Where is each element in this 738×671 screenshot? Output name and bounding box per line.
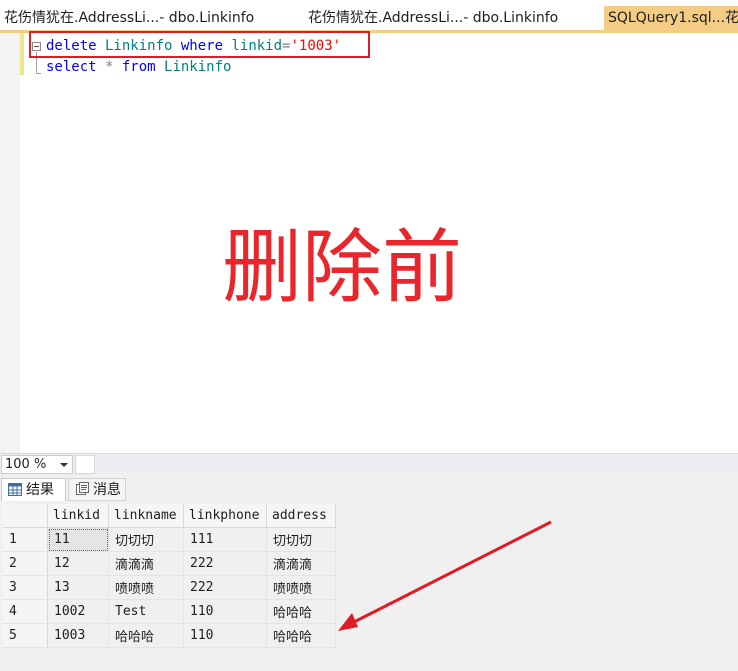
results-grid[interactable]: linkid linkname linkphone address 1 11 切… [3,504,336,648]
grid-icon [8,483,22,496]
table-cell[interactable]: 切切切 [266,527,336,552]
table-cell[interactable]: 滴滴滴 [108,551,184,576]
table-cell[interactable]: 13 [47,575,109,600]
table-row[interactable]: 5 1003 哈哈哈 110 哈哈哈 [3,623,336,648]
horizontal-scrollbar[interactable] [75,455,95,474]
editor-status-bar: 100 % [0,453,738,475]
red-highlight-box [29,31,370,58]
table-cell[interactable]: 喷喷喷 [108,575,184,600]
tab-linkinfo-2[interactable]: 花伤情犹在.AddressLi...- dbo.Linkinfo [304,6,602,30]
table-cell[interactable]: 11 [47,527,109,552]
annotation-text: 删除前 [222,221,462,314]
row-number[interactable]: 4 [3,599,48,624]
tab-messages-label: 消息 [93,482,121,498]
row-number[interactable]: 2 [3,551,48,576]
table-cell[interactable]: 222 [183,551,267,576]
chevron-down-icon[interactable] [60,463,68,467]
table-cell[interactable]: 哈哈哈 [266,599,336,624]
table-row[interactable]: 1 11 切切切 111 切切切 [3,527,336,552]
outline-end-tick [36,73,41,74]
keyword-from: from [121,59,156,75]
row-number[interactable]: 1 [3,527,48,552]
table-cell[interactable]: 110 [183,599,267,624]
table-cell[interactable]: Test [108,599,184,624]
document-tab-bar: 花伤情犹在.AddressLi...- dbo.Linkinfo 花伤情犹在.A… [0,0,738,33]
tab-sqlquery1[interactable]: SQLQuery1.sql...花 [604,6,738,30]
table-cell[interactable]: 110 [183,623,267,648]
table-cell[interactable]: 111 [183,527,267,552]
table-row[interactable]: 4 1002 Test 110 哈哈哈 [3,599,336,624]
column-header-linkphone[interactable]: linkphone [183,504,267,528]
column-header-linkid[interactable]: linkid [47,504,109,528]
zoom-dropdown[interactable]: 100 % [1,455,73,474]
table-cell[interactable]: 切切切 [108,527,184,552]
tab-results[interactable]: 结果 [1,478,66,501]
table-cell[interactable]: 哈哈哈 [266,623,336,648]
change-indicator-bar [20,33,24,75]
editor-gutter [0,33,20,453]
table-cell[interactable]: 12 [47,551,109,576]
row-number[interactable]: 5 [3,623,48,648]
results-grid-area: linkid linkname linkphone address 1 11 切… [0,501,738,671]
column-header-address[interactable]: address [266,504,336,528]
column-header-linkname[interactable]: linkname [108,504,184,528]
table-cell[interactable]: 1002 [47,599,109,624]
keyword-select: select [46,59,97,75]
zoom-value: 100 % [5,457,47,472]
grid-header-row: linkid linkname linkphone address [3,504,336,528]
table-row[interactable]: 3 13 喷喷喷 222 喷喷喷 [3,575,336,600]
table-cell[interactable]: 1003 [47,623,109,648]
table-row[interactable]: 2 12 滴滴滴 222 滴滴滴 [3,551,336,576]
table-cell[interactable]: 喷喷喷 [266,575,336,600]
tab-linkinfo-1[interactable]: 花伤情犹在.AddressLi...- dbo.Linkinfo [0,6,298,30]
results-tab-strip: 结果 消息 [0,475,738,501]
table-name-2: Linkinfo [155,59,232,75]
code-line-2[interactable]: select * from Linkinfo [46,57,231,77]
operator-star: * [96,59,122,75]
table-cell[interactable]: 222 [183,575,267,600]
table-cell[interactable]: 哈哈哈 [108,623,184,648]
grid-corner[interactable] [3,504,48,528]
row-number[interactable]: 3 [3,575,48,600]
messages-icon [76,482,89,495]
query-editor[interactable]: delete Linkinfo where linkid='1003' sele… [0,31,738,453]
tab-messages[interactable]: 消息 [68,478,126,501]
tab-results-label: 结果 [26,482,54,498]
table-cell[interactable]: 滴滴滴 [266,551,336,576]
